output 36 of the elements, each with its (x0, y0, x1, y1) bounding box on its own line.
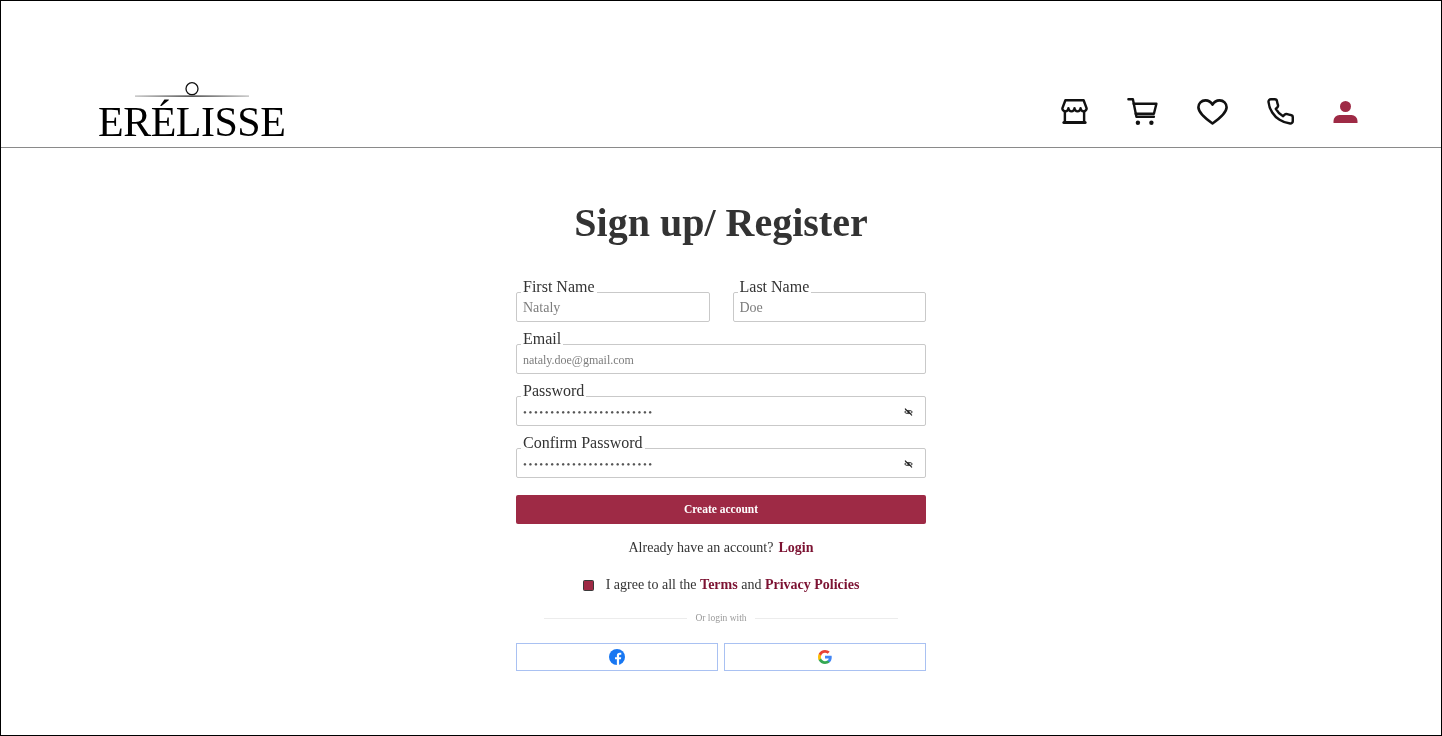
facebook-login-button[interactable] (516, 643, 718, 671)
field-label: Password (523, 383, 585, 399)
agreement-text: I agree to all the Terms and Privacy Policies (605, 576, 860, 594)
password-input[interactable]: •••••••••••••••••••••••• (523, 452, 904, 476)
text-input[interactable]: Nataly (523, 296, 697, 320)
agreement-link[interactable]: Terms (700, 577, 738, 592)
password-field[interactable]: Confirm Password •••••••••••••••••••••••• (516, 435, 926, 478)
agreement-link[interactable]: Privacy Policies (764, 577, 860, 592)
logo-ornament-icon (134, 82, 249, 97)
store-icon[interactable] (1061, 99, 1088, 124)
page-title: Sign up/ Register (574, 199, 868, 247)
phone-icon[interactable] (1267, 98, 1294, 125)
field-label: First Name (523, 279, 595, 295)
login-link[interactable]: Login (778, 538, 814, 558)
user-icon[interactable] (1333, 100, 1358, 123)
field-label: Last Name (739, 279, 810, 295)
facebook-icon (609, 649, 625, 665)
email-field[interactable]: Email nataly.doe@gmail.com (516, 331, 926, 374)
field-label: Confirm Password (523, 435, 643, 451)
eye-slash-icon[interactable] (904, 460, 913, 468)
text-field[interactable]: First Name Nataly (516, 279, 710, 322)
google-icon (818, 650, 832, 664)
eye-slash-icon[interactable] (904, 408, 913, 416)
field-label: Email (523, 331, 562, 347)
password-input[interactable]: •••••••••••••••••••••••• (523, 400, 904, 424)
email-input[interactable]: nataly.doe@gmail.com (523, 348, 913, 372)
cart-icon[interactable] (1127, 98, 1158, 125)
text-field[interactable]: Last Name Doe (732, 279, 926, 322)
text-input[interactable]: Doe (739, 296, 913, 320)
logo-text: ERÉLISSE (98, 99, 286, 145)
create-account-button[interactable]: Create account (516, 495, 926, 524)
heart-icon[interactable] (1197, 98, 1228, 125)
password-field[interactable]: Password •••••••••••••••••••••••• (516, 383, 926, 426)
divider-label: Or login with (695, 612, 747, 624)
login-prompt-text: Already have an account? (628, 539, 774, 557)
agreement-checkbox[interactable] (582, 579, 594, 591)
